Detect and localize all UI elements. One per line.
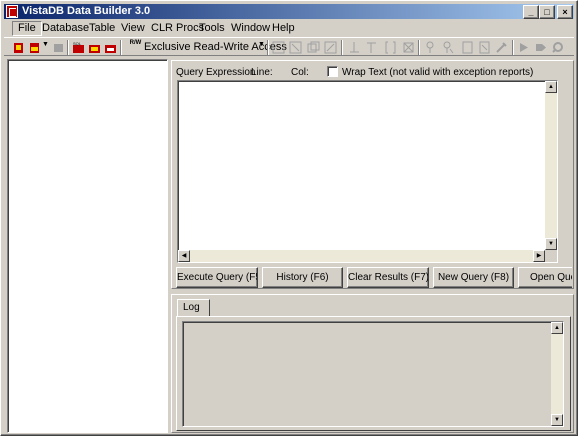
svg-text:SQL: SQL — [73, 41, 82, 46]
toolbar-separator — [120, 40, 122, 55]
toolbar-separator — [418, 40, 420, 55]
main-window: VistaDB Data Builder 3.0 _ □ × File Data… — [0, 0, 578, 436]
query-panel: Query Expression Line: Col: Wrap Text (n… — [171, 60, 574, 289]
window-title: VistaDB Data Builder 3.0 — [22, 5, 151, 17]
scroll-corner — [545, 250, 557, 262]
log-output[interactable]: ▲ ▼ — [182, 321, 564, 427]
bracket-left-icon[interactable] — [384, 41, 397, 54]
tools-icon[interactable] — [495, 41, 508, 54]
access-dropdown-icon[interactable]: ▼ — [258, 41, 265, 48]
rw-access-icon: R/W — [129, 40, 142, 46]
new-database-icon[interactable] — [12, 41, 25, 54]
database-explorer-pane[interactable] — [7, 59, 168, 433]
col-label: Col: — [291, 67, 309, 78]
key-icon[interactable] — [424, 41, 437, 54]
wrap-text-checkbox[interactable] — [327, 66, 338, 77]
scroll-up-icon[interactable]: ▲ — [551, 322, 563, 334]
scroll-down-icon[interactable]: ▼ — [545, 238, 557, 250]
step-icon[interactable] — [534, 41, 547, 54]
key-delete-icon[interactable] — [441, 41, 454, 54]
scroll-right-icon[interactable]: ▶ — [533, 250, 545, 262]
align-bottom-icon[interactable] — [365, 41, 378, 54]
run-icon[interactable] — [517, 41, 530, 54]
editor-horizontal-scrollbar[interactable]: ◀ ▶ — [178, 250, 545, 262]
sql-save-icon[interactable] — [104, 41, 117, 54]
scroll-left-icon[interactable]: ◀ — [178, 250, 190, 262]
new-query-button[interactable]: New Query (F8) — [433, 267, 514, 288]
query-editor[interactable]: ▲ ▼ ◀ ▶ — [177, 80, 558, 263]
menu-tools[interactable]: Tools — [194, 21, 230, 36]
open-database-icon[interactable] — [28, 41, 41, 54]
table-copy-icon[interactable] — [307, 41, 320, 54]
settings-icon[interactable] — [551, 41, 564, 54]
menu-view[interactable]: View — [116, 21, 150, 36]
menu-help[interactable]: Help — [267, 21, 300, 36]
table-new-icon[interactable] — [272, 41, 285, 54]
page-icon[interactable] — [461, 41, 474, 54]
sql-new-icon[interactable]: SQL — [72, 41, 85, 54]
query-button-row: Execute Query (F5) History (F6) Clear Re… — [176, 267, 572, 288]
clear-results-button[interactable]: Clear Results (F7) — [347, 267, 429, 288]
history-button[interactable]: History (F6) — [262, 267, 343, 288]
query-expression-label: Query Expression — [176, 67, 256, 78]
scroll-up-icon[interactable]: ▲ — [545, 81, 557, 93]
page-edit-icon[interactable] — [478, 41, 491, 54]
app-icon — [6, 5, 18, 18]
sql-open-icon[interactable] — [88, 41, 101, 54]
menu-table[interactable]: Table — [84, 21, 120, 36]
bracket-right-icon[interactable] — [402, 41, 415, 54]
close-database-icon[interactable] — [52, 41, 65, 54]
maximize-button[interactable]: □ — [539, 5, 555, 19]
log-tab-body: ▲ ▼ — [176, 316, 571, 431]
title-bar[interactable]: VistaDB Data Builder 3.0 _ □ × — [4, 4, 574, 19]
align-top-icon[interactable] — [348, 41, 361, 54]
line-label: Line: — [251, 67, 273, 78]
tab-log[interactable]: Log — [177, 299, 210, 317]
toolbar-separator — [341, 40, 343, 55]
access-mode-label[interactable]: Exclusive Read-Write Access — [144, 41, 287, 54]
wrap-text-label[interactable]: Wrap Text (not valid with exception repo… — [342, 67, 533, 79]
toolbar-separator — [67, 40, 69, 55]
toolbar: ▼ SQL R/W Exclusive Read-Write Access ▼ — [4, 37, 574, 56]
table-delete-icon[interactable] — [324, 41, 337, 54]
minimize-button[interactable]: _ — [523, 5, 539, 19]
toolbar-separator — [267, 40, 269, 55]
menu-bar: File Database Table View CLR Procs Tools… — [4, 19, 574, 38]
execute-query-button[interactable]: Execute Query (F5) — [176, 267, 258, 288]
log-vertical-scrollbar[interactable]: ▲ ▼ — [551, 322, 563, 426]
open-query-button[interactable]: Open Query ( — [518, 267, 572, 288]
dropdown-arrow-icon[interactable]: ▼ — [42, 41, 49, 48]
log-panel: Log ▲ ▼ — [171, 294, 574, 433]
editor-vertical-scrollbar[interactable]: ▲ ▼ — [545, 81, 557, 250]
scroll-down-icon[interactable]: ▼ — [551, 414, 563, 426]
toolbar-separator — [512, 40, 514, 55]
close-button[interactable]: × — [557, 5, 573, 19]
table-edit-icon[interactable] — [289, 41, 302, 54]
